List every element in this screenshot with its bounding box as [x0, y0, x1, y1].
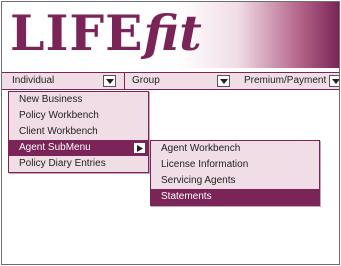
menu-premium-payment-label: Premium/Payment — [244, 75, 327, 86]
menu-individual-label: Individual — [12, 75, 55, 86]
menu-item-agent-submenu-label: Agent SubMenu — [19, 142, 91, 153]
header-banner: LIFEfit — [2, 2, 339, 68]
menu-item-policy-workbench[interactable]: Policy Workbench — [9, 108, 148, 124]
menu-individual[interactable]: Individual — [6, 73, 125, 89]
logo-fit-text: fit — [143, 4, 202, 62]
submenu-item-agent-workbench[interactable]: Agent Workbench — [151, 141, 319, 157]
submenu-item-servicing-agents[interactable]: Servicing Agents — [151, 173, 319, 189]
menu-group-label: Group — [132, 75, 160, 86]
individual-dropdown-menu: New Business Policy Workbench Client Wor… — [8, 91, 149, 173]
menu-group[interactable]: Group — [126, 73, 233, 89]
submenu-item-statements[interactable]: Statements — [151, 189, 319, 205]
logo-life-text: LIFE — [10, 4, 144, 62]
menu-item-new-business[interactable]: New Business — [9, 92, 148, 108]
menu-item-policy-diary-entries[interactable]: Policy Diary Entries — [9, 156, 148, 172]
main-menubar: Individual Group Premium/Payment — [2, 72, 339, 90]
app-window: LIFEfit Individual Group Premium/Payment… — [1, 1, 340, 265]
arrow-right-icon — [133, 142, 146, 154]
lifefit-logo: LIFEfit — [10, 4, 202, 66]
chevron-down-icon[interactable] — [217, 75, 230, 87]
submenu-item-license-information[interactable]: License Information — [151, 157, 319, 173]
chevron-down-icon[interactable] — [329, 75, 339, 87]
agent-submenu: Agent Workbench License Information Serv… — [150, 140, 320, 206]
menu-item-client-workbench[interactable]: Client Workbench — [9, 124, 148, 140]
menu-item-agent-submenu[interactable]: Agent SubMenu — [9, 140, 148, 156]
chevron-down-icon[interactable] — [103, 75, 116, 87]
menu-premium-payment[interactable]: Premium/Payment — [238, 73, 339, 89]
